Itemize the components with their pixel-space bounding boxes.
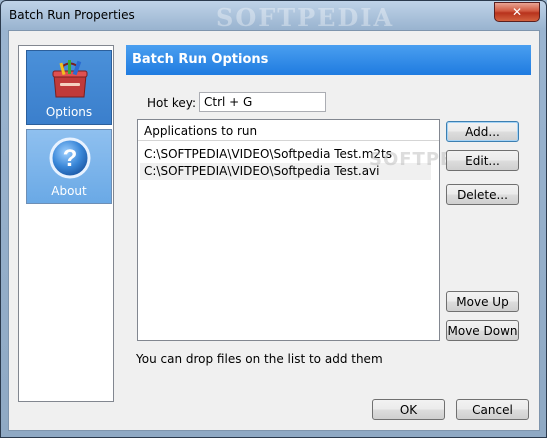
section-title: Batch Run Options xyxy=(132,52,269,67)
hotkey-input[interactable] xyxy=(199,92,326,112)
cancel-button[interactable]: Cancel xyxy=(456,399,529,420)
dialog-window: Batch Run Properties SOFTPEDIA ✕ Options xyxy=(0,0,547,438)
move-down-button[interactable]: Move Down xyxy=(446,320,519,341)
help-icon: ? xyxy=(49,137,91,179)
move-up-button[interactable]: Move Up xyxy=(446,291,519,312)
sidebar-item-options[interactable]: Options xyxy=(26,50,112,125)
sidebar: Options ? About xyxy=(18,45,114,402)
edit-button[interactable]: Edit... xyxy=(446,150,519,171)
add-button[interactable]: Add... xyxy=(446,121,519,142)
dialog-client-area: Options ? About Batch Run Options Hot ke… xyxy=(8,30,540,431)
sidebar-item-label: Options xyxy=(45,105,93,119)
drop-hint-text: You can drop files on the list to add th… xyxy=(136,352,383,366)
ok-button[interactable]: OK xyxy=(372,399,445,420)
delete-button[interactable]: Delete... xyxy=(446,184,519,205)
svg-text:?: ? xyxy=(63,145,78,172)
close-icon: ✕ xyxy=(511,5,523,19)
title-bar[interactable]: Batch Run Properties SOFTPEDIA ✕ xyxy=(1,1,546,32)
sidebar-item-about[interactable]: ? About xyxy=(26,129,112,204)
window-title: Batch Run Properties xyxy=(9,8,135,22)
watermark: SOFTPEDIA xyxy=(216,3,395,32)
hotkey-label: Hot key: xyxy=(147,96,197,110)
close-button[interactable]: ✕ xyxy=(494,2,540,22)
toolbox-icon xyxy=(52,60,88,98)
section-header: Batch Run Options xyxy=(126,45,531,75)
sidebar-item-label: About xyxy=(51,184,87,198)
applications-list-header: Applications to run xyxy=(138,120,439,141)
